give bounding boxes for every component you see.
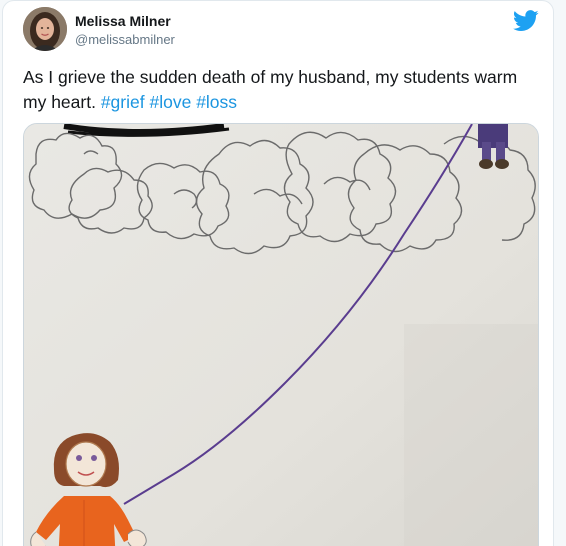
- hashtag-grief[interactable]: #grief: [101, 92, 145, 112]
- tweet-card[interactable]: Melissa Milner @melissabmilner As I grie…: [2, 0, 554, 546]
- tweet-body: As I grieve the sudden death of my husba…: [23, 67, 518, 112]
- author-name[interactable]: Melissa Milner: [75, 13, 171, 29]
- hashtag-loss[interactable]: #loss: [196, 92, 237, 112]
- crayon-drawing: [24, 124, 538, 546]
- avatar[interactable]: [23, 7, 67, 51]
- tweet-text: As I grieve the sudden death of my husba…: [23, 65, 535, 115]
- author-handle[interactable]: @melissabmilner: [75, 32, 175, 47]
- twitter-bird-icon[interactable]: [513, 10, 539, 32]
- page: Melissa Milner @melissabmilner As I grie…: [0, 0, 566, 546]
- tweet-photo[interactable]: [23, 123, 539, 546]
- hashtag-love[interactable]: #love: [149, 92, 191, 112]
